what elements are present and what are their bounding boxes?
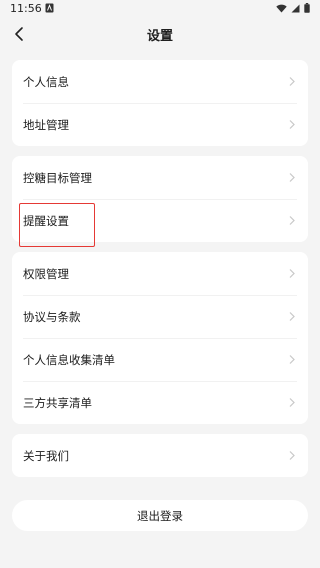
settings-item-label: 三方共享清单 <box>23 395 92 410</box>
settings-item-label: 个人信息收集清单 <box>23 352 115 367</box>
chevron-right-icon <box>289 216 295 225</box>
settings-item-about[interactable]: 关于我们 <box>12 434 308 477</box>
chevron-right-icon <box>289 355 295 364</box>
status-bar: 11:56 <box>0 0 320 18</box>
settings-item-reminder[interactable]: 提醒设置 <box>12 199 308 242</box>
page-title: 设置 <box>146 29 173 44</box>
settings-group-health: 控糖目标管理 提醒设置 <box>12 156 308 242</box>
settings-item-address[interactable]: 地址管理 <box>12 103 308 146</box>
settings-item-label: 个人信息 <box>23 74 69 89</box>
chevron-right-icon <box>289 269 295 278</box>
settings-item-data-collection[interactable]: 个人信息收集清单 <box>12 338 308 381</box>
notification-icon <box>45 3 54 13</box>
chevron-right-icon <box>289 312 295 321</box>
status-time: 11:56 <box>10 2 42 15</box>
chevron-right-icon <box>289 173 295 182</box>
chevron-right-icon <box>289 120 295 129</box>
logout-button[interactable]: 退出登录 <box>12 500 308 531</box>
settings-group-account: 个人信息 地址管理 <box>12 60 308 146</box>
settings-item-label: 提醒设置 <box>23 213 69 228</box>
settings-group-privacy: 权限管理 协议与条款 个人信息收集清单 三方共享清单 <box>12 252 308 424</box>
settings-item-label: 地址管理 <box>23 117 69 132</box>
settings-item-label: 协议与条款 <box>23 309 81 324</box>
wifi-icon <box>276 4 287 12</box>
settings-item-permissions[interactable]: 权限管理 <box>12 252 308 295</box>
chevron-right-icon <box>289 398 295 407</box>
nav-bar: 设置 <box>0 18 320 50</box>
system-icons <box>276 3 310 13</box>
settings-item-personal-info[interactable]: 个人信息 <box>12 60 308 103</box>
settings-item-label: 权限管理 <box>23 266 69 281</box>
settings-item-glucose-goal[interactable]: 控糖目标管理 <box>12 156 308 199</box>
settings-item-label: 关于我们 <box>23 448 69 463</box>
settings-item-third-party[interactable]: 三方共享清单 <box>12 381 308 424</box>
settings-group-about: 关于我们 <box>12 434 308 477</box>
chevron-right-icon <box>289 77 295 86</box>
signal-icon <box>291 4 300 12</box>
chevron-right-icon <box>289 451 295 460</box>
battery-icon <box>304 3 310 13</box>
settings-item-label: 控糖目标管理 <box>23 170 92 185</box>
settings-item-agreements[interactable]: 协议与条款 <box>12 295 308 338</box>
